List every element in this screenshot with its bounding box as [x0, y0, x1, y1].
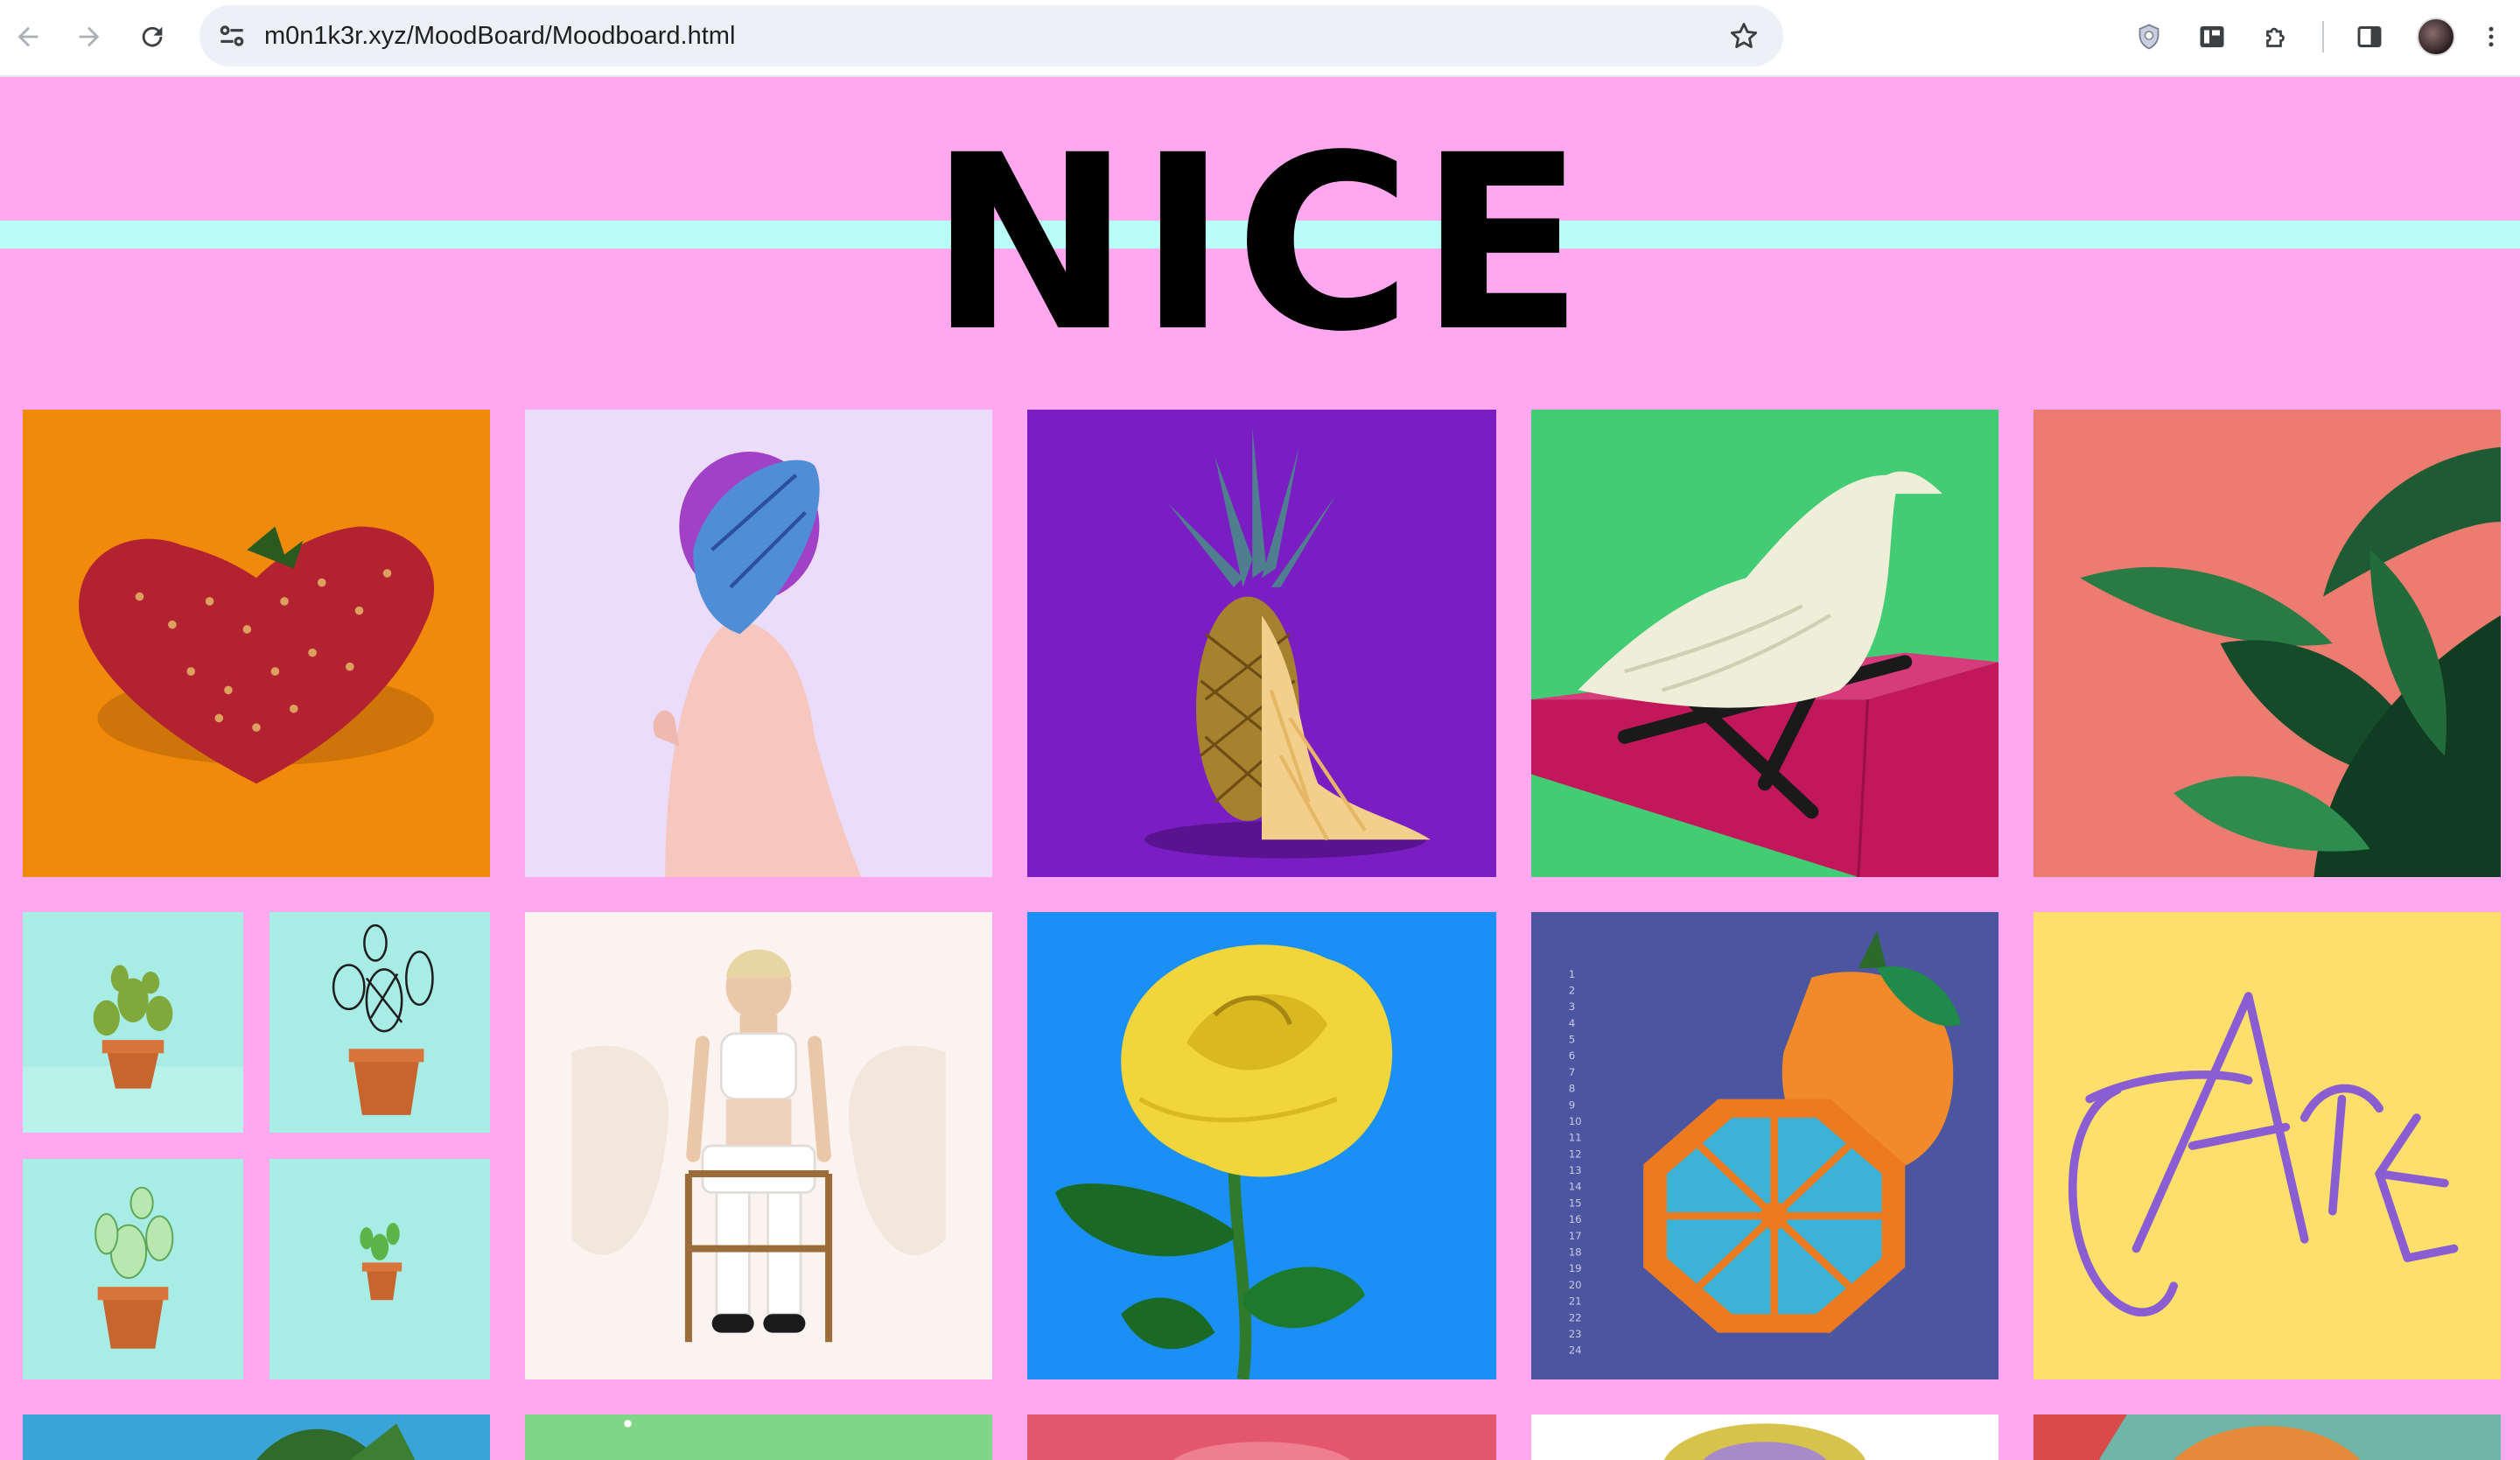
tile-cactus-pot-4[interactable]	[270, 1159, 490, 1379]
calendar-number: 19	[1569, 1262, 1582, 1274]
more-vert-icon[interactable]	[2478, 18, 2504, 56]
tile-face-scribble[interactable]	[2034, 912, 2501, 1379]
calendar-number: 6	[1569, 1049, 1575, 1062]
tile-bottom-4[interactable]	[1531, 1414, 1998, 1460]
tile-pineapple-fries[interactable]	[1027, 410, 1496, 877]
calendar-number: 5	[1569, 1034, 1575, 1046]
forward-arrow-icon[interactable]	[68, 16, 110, 58]
calendar-number: 17	[1569, 1230, 1582, 1242]
address-bar[interactable]: m0n1k3r.xyz/MoodBoard/Moodboard.html	[200, 5, 1783, 67]
tile-bottom-3[interactable]	[1027, 1414, 1496, 1460]
calendar-number: 13	[1569, 1164, 1582, 1176]
calendar-number: 10	[1569, 1115, 1582, 1127]
calendar-number: 11	[1569, 1132, 1582, 1144]
tile-yellow-rose[interactable]	[1027, 912, 1496, 1379]
tile-tropical-leaves[interactable]	[2034, 410, 2501, 877]
tile-paper-orange-calendar[interactable]: 1 2 3 4 5 6 7 8 9 10 11 12 13 14 15 16 17 18 19 20 21 22 23 24	[1531, 912, 1998, 1379]
shield-extension-icon[interactable]	[2130, 18, 2168, 56]
tile-bottom-1[interactable]	[23, 1414, 490, 1460]
page-title: NICE	[928, 104, 1592, 385]
tile-cactus-pot-3[interactable]	[23, 1159, 243, 1379]
tile-leaf-hair-figure[interactable]	[525, 410, 992, 877]
calendar-number: 9	[1569, 1099, 1575, 1111]
calendar-number: 24	[1569, 1344, 1582, 1357]
calendar-number: 4	[1569, 1017, 1575, 1029]
side-panel-icon[interactable]	[2350, 18, 2389, 56]
tile-cactus-pot-2[interactable]	[270, 912, 490, 1133]
tile-bottom-2[interactable]	[525, 1414, 992, 1460]
tune-icon[interactable]	[215, 19, 248, 53]
toolbar-separator	[2322, 21, 2324, 53]
tile-seated-woman[interactable]	[525, 912, 992, 1379]
calendar-number: 1	[1569, 968, 1575, 980]
reload-icon[interactable]	[131, 16, 173, 58]
tile-clay-bird[interactable]	[1531, 410, 1998, 877]
back-arrow-icon[interactable]	[7, 16, 49, 58]
reader-extension-icon[interactable]	[2193, 18, 2231, 56]
calendar-number: 14	[1569, 1181, 1582, 1193]
star-icon[interactable]	[1727, 19, 1760, 53]
calendar-number: 20	[1569, 1279, 1582, 1291]
calendar-number: 3	[1569, 1000, 1575, 1013]
calendar-number: 22	[1569, 1311, 1582, 1323]
calendar-number: 7	[1569, 1066, 1575, 1078]
calendar-number: 2	[1569, 984, 1575, 996]
calendar-number: 21	[1569, 1295, 1582, 1308]
calendar-number: 12	[1569, 1148, 1582, 1160]
calendar-number: 15	[1569, 1197, 1582, 1209]
calendar-number: 8	[1569, 1083, 1575, 1095]
tile-bottom-5[interactable]	[2034, 1414, 2501, 1460]
profile-avatar[interactable]	[2417, 18, 2455, 56]
tile-heart-strawberry[interactable]	[23, 410, 490, 877]
calendar-number: 16	[1569, 1213, 1582, 1225]
calendar-number: 18	[1569, 1246, 1582, 1258]
calendar-number: 23	[1569, 1328, 1582, 1340]
url-text[interactable]: m0n1k3r.xyz/MoodBoard/Moodboard.html	[264, 5, 735, 67]
browser-toolbar: m0n1k3r.xyz/MoodBoard/Moodboard.html	[0, 0, 2520, 77]
puzzle-extensions-icon[interactable]	[2258, 18, 2296, 56]
tile-cactus-pot-1[interactable]	[23, 912, 243, 1133]
